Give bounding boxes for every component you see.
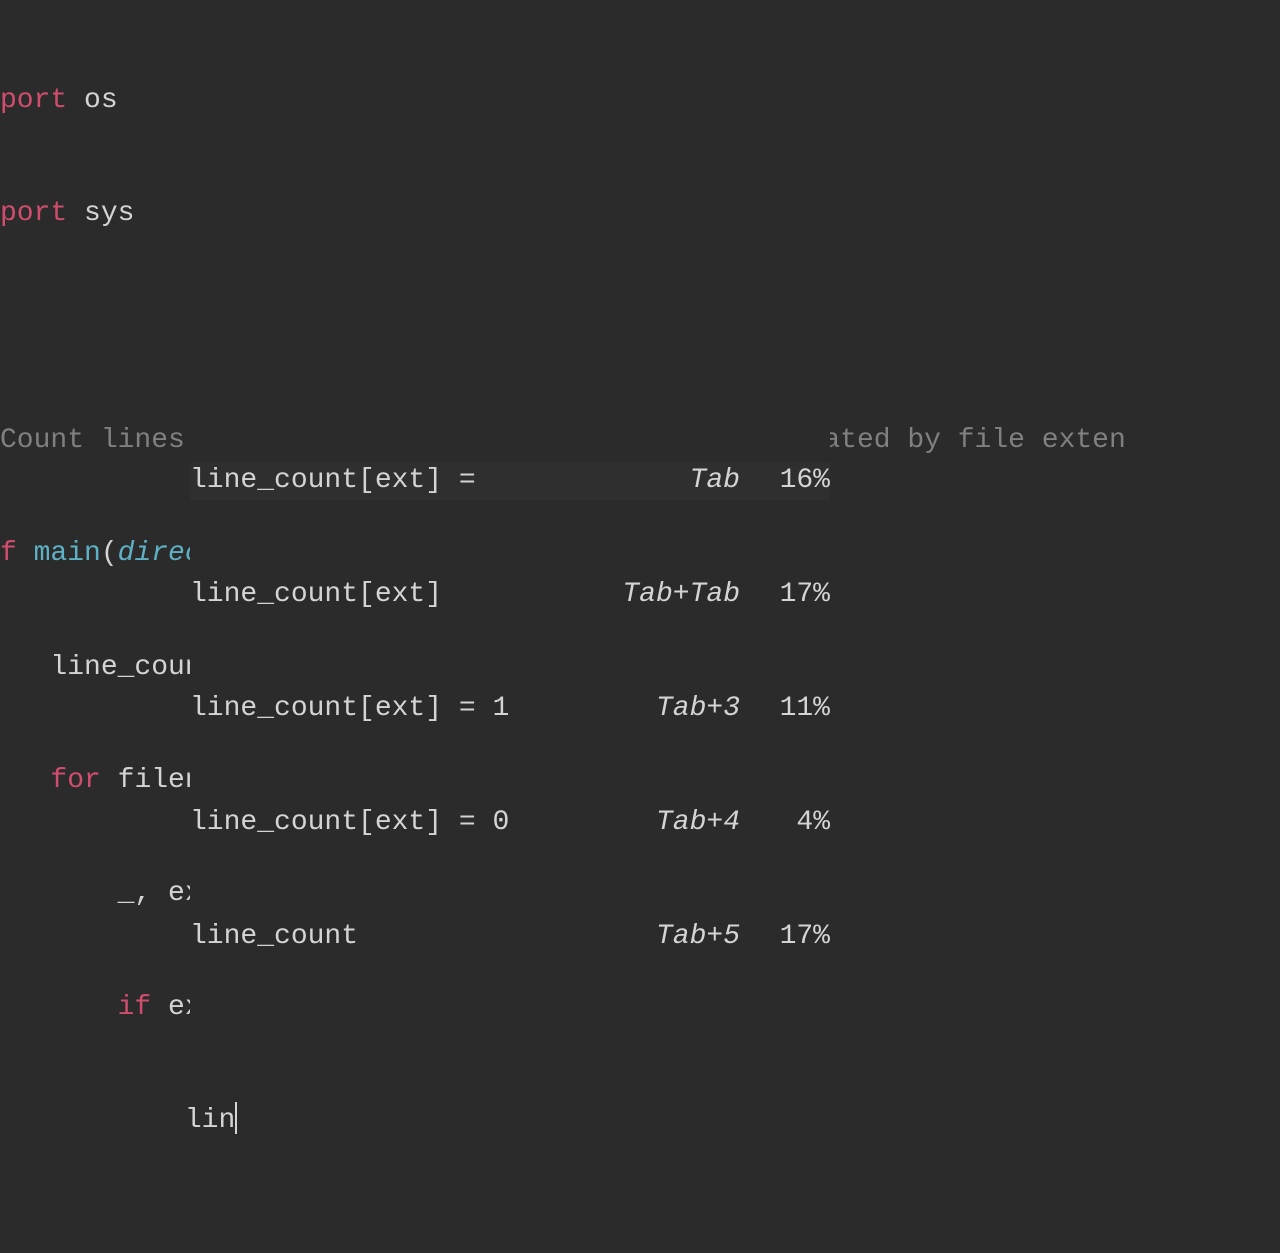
- completion-item[interactable]: line_count[ext] = 0 Tab+4 4%: [190, 804, 830, 843]
- completion-text: line_count[ext] = 1: [190, 690, 580, 728]
- completion-text: line_count[ext] =: [190, 462, 580, 500]
- punct: (: [101, 538, 118, 569]
- completion-item[interactable]: line_count[ext] Tab+Tab 17%: [190, 576, 830, 615]
- completion-text: line_count: [190, 918, 580, 956]
- keyword-for: for: [50, 765, 100, 796]
- completion-item[interactable]: line_count[ext] = Tab 16%: [190, 462, 830, 501]
- code-line-active[interactable]: lin: [0, 1102, 1280, 1140]
- completion-keybind: Tab: [580, 462, 740, 500]
- keyword-def: f: [0, 538, 34, 569]
- indent: [0, 992, 118, 1023]
- module-name: sys: [67, 198, 134, 229]
- indent: [0, 1105, 185, 1136]
- completion-percent: 16%: [740, 462, 830, 500]
- completion-percent: 4%: [740, 804, 830, 842]
- code-editor[interactable]: port os port sys Count lines of code in …: [0, 6, 1280, 1253]
- module-name: os: [67, 85, 117, 116]
- keyword-if: if: [118, 992, 152, 1023]
- completion-percent: 17%: [740, 918, 830, 956]
- keyword-import: port: [0, 85, 67, 116]
- completion-text: line_count[ext] = 0: [190, 804, 580, 842]
- completion-keybind: Tab+3: [580, 690, 740, 728]
- typed-text: lin: [185, 1105, 235, 1136]
- completion-percent: 11%: [740, 690, 830, 728]
- completion-text: line_count[ext]: [190, 576, 580, 614]
- completion-keybind: Tab+4: [580, 804, 740, 842]
- completion-item[interactable]: line_count[ext] = 1 Tab+3 11%: [190, 690, 830, 729]
- text-cursor: [235, 1102, 237, 1134]
- keyword-import: port: [0, 198, 67, 229]
- function-name: main: [34, 538, 101, 569]
- completion-item[interactable]: line_count Tab+5 17%: [190, 918, 830, 957]
- code-line[interactable]: port os: [0, 82, 1280, 120]
- completion-popup[interactable]: line_count[ext] = Tab 16% line_count[ext…: [190, 386, 830, 1032]
- completion-keybind: Tab+5: [580, 918, 740, 956]
- code-line[interactable]: port sys: [0, 195, 1280, 233]
- completion-keybind: Tab+Tab: [580, 576, 740, 614]
- completion-percent: 17%: [740, 576, 830, 614]
- indent: [0, 765, 50, 796]
- code-line-blank[interactable]: [0, 308, 1280, 346]
